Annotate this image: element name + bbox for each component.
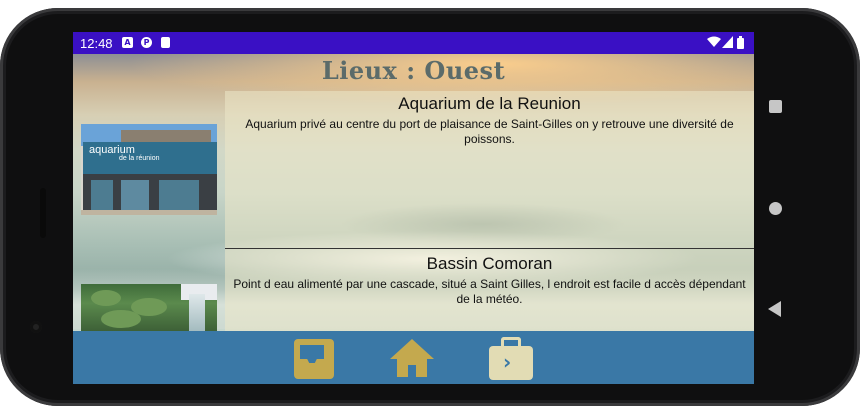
side-speaker [40,188,46,238]
page-title: Lieux : Ouest [321,56,506,85]
a-icon: A [122,37,133,48]
list-divider [225,248,754,249]
place-description: Point d eau alimenté par une cascade, si… [233,277,746,306]
aquarium-sign: aquarium de la réunion [83,142,217,174]
battery-icon [737,36,744,49]
signal-icon [722,36,733,48]
wifi-icon [707,36,721,47]
app-screen: 12:48 A P Lieux : Ouest aquarium de la r… [73,32,754,384]
aquarium-thumbnail[interactable]: aquarium de la réunion [81,124,217,215]
home-button[interactable] [769,202,782,215]
front-camera [30,321,42,333]
back-button[interactable] [768,301,781,317]
bottom-navigation-bar: › [73,331,754,384]
status-time: 12:48 [80,36,113,51]
sd-card-icon [161,37,170,48]
p-icon: P [141,37,152,48]
briefcase-icon[interactable]: › [487,337,533,380]
home-icon[interactable] [390,337,434,379]
place-name[interactable]: Bassin Comoran [225,254,754,274]
status-bar: 12:48 A P [73,32,754,54]
inbox-icon[interactable] [292,337,336,379]
place-name[interactable]: Aquarium de la Reunion [225,94,754,114]
place-description: Aquarium privé au centre du port de plai… [245,117,734,146]
recents-button[interactable] [769,100,782,113]
bassin-comoran-thumbnail[interactable] [81,284,217,332]
